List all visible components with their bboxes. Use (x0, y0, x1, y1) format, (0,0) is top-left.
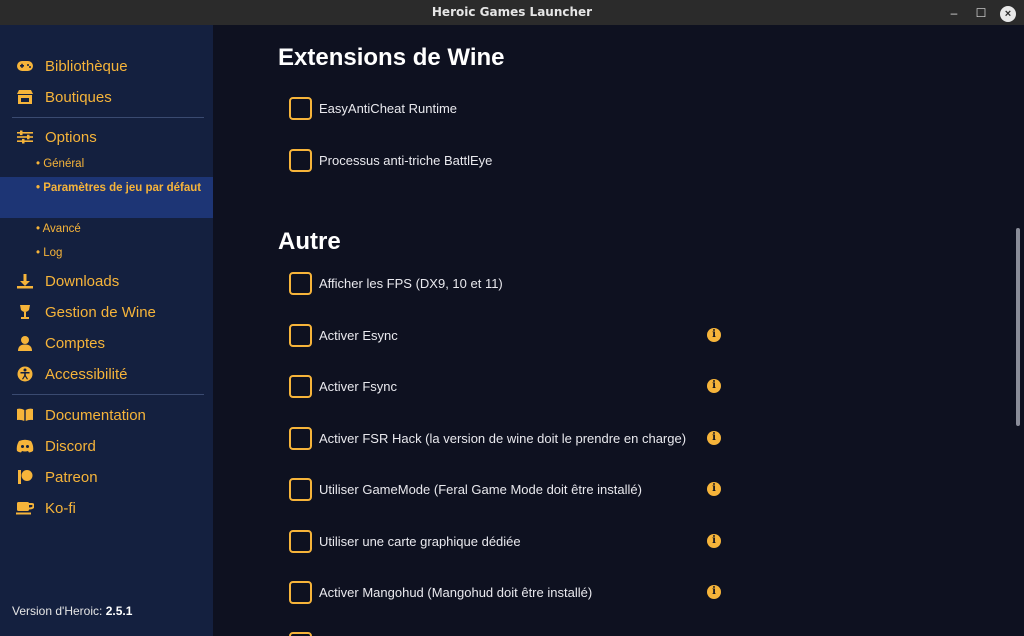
sidebar-item-label: Accessibilité (45, 365, 128, 383)
sidebar-item-documentation[interactable]: Documentation (0, 401, 213, 429)
sidebar-subitem-advanced[interactable]: • Avancé (0, 221, 213, 238)
checkbox[interactable] (289, 148, 312, 172)
sliders-icon (15, 130, 35, 144)
minimize-button[interactable]: – (944, 3, 964, 23)
info-icon[interactable]: i (707, 585, 721, 599)
user-icon (15, 335, 35, 351)
info-icon[interactable]: i (707, 482, 721, 496)
sidebar-item-label: Gestion de Wine (45, 303, 156, 321)
option-label: Utiliser GameMode (Feral Game Mode doit … (319, 481, 642, 497)
option-dedicated-gpu[interactable]: Utiliser une carte graphique dédiée (289, 529, 521, 553)
close-button[interactable]: × (998, 3, 1018, 23)
info-icon[interactable]: i (707, 534, 721, 548)
option-battleye[interactable]: Processus anti-triche BattlEye (289, 148, 492, 172)
sidebar-item-downloads[interactable]: Downloads (0, 267, 213, 295)
main-content: Extensions de Wine EasyAntiCheat Runtime… (213, 25, 1024, 636)
checkbox[interactable] (289, 96, 312, 120)
option-easyanticheat[interactable]: EasyAntiCheat Runtime (289, 96, 457, 120)
option-esync[interactable]: Activer Esync (289, 323, 398, 347)
sidebar-item-stores[interactable]: Boutiques (0, 83, 213, 111)
version-value: 2.5.1 (105, 604, 133, 618)
option-fsync[interactable]: Activer Fsync (289, 374, 397, 398)
checkbox[interactable] (289, 529, 312, 553)
section-title-other: Autre (278, 228, 341, 255)
info-icon[interactable]: i (707, 328, 721, 342)
option-label: Activer FSR Hack (la version de wine doi… (319, 430, 687, 446)
sidebar-item-label: Options (45, 128, 97, 146)
sidebar-item-label: Comptes (45, 334, 106, 352)
patreon-icon (15, 469, 35, 485)
option-fsr-hack[interactable]: Activer FSR Hack (la version de wine doi… (289, 426, 686, 450)
sidebar-item-options[interactable]: Options (0, 123, 213, 151)
option-label: Activer Fsync (319, 378, 398, 394)
checkbox[interactable] (289, 580, 312, 604)
option-label: Activer Mangohud (Mangohud doit être ins… (319, 584, 593, 600)
sidebar-item-wine-manager[interactable]: Gestion de Wine (0, 298, 213, 326)
option-label: Activer Esync (319, 327, 398, 343)
coffee-cup-icon (15, 501, 35, 515)
info-icon[interactable]: i (707, 379, 721, 393)
sidebar-subitem-default-game-settings[interactable]: • Paramètres de jeu par défaut (0, 177, 213, 218)
store-icon (15, 89, 35, 105)
option-show-fps[interactable]: Afficher les FPS (DX9, 10 et 11) (289, 271, 503, 295)
wine-glass-icon (15, 304, 35, 320)
book-icon (15, 408, 35, 422)
sidebar-divider (12, 117, 204, 118)
sidebar-item-label: Downloads (45, 272, 120, 290)
sidebar-subitem-log[interactable]: • Log (0, 245, 213, 262)
accessibility-icon (15, 366, 35, 382)
gamepad-icon (15, 59, 35, 73)
version-info: Version d'Heroic: 2.5.1 (12, 604, 132, 618)
option-gamemode[interactable]: Utiliser GameMode (Feral Game Mode doit … (289, 477, 642, 501)
maximize-button[interactable]: ☐ (971, 3, 991, 23)
window-titlebar: Heroic Games Launcher – ☐ × (0, 0, 1024, 25)
info-icon[interactable]: i (707, 431, 721, 445)
option-partial[interactable] (289, 631, 312, 636)
download-icon (15, 273, 35, 289)
option-label: Afficher les FPS (DX9, 10 et 11) (319, 275, 503, 291)
option-label: Processus anti-triche BattlEye (319, 152, 493, 168)
close-icon: × (1000, 6, 1016, 22)
sidebar-item-kofi[interactable]: Ko-fi (0, 494, 213, 522)
checkbox[interactable] (289, 631, 312, 636)
sidebar: Bibliothèque Boutiques Options • Général… (0, 25, 213, 636)
sidebar-item-label: Documentation (45, 406, 146, 424)
checkbox[interactable] (289, 477, 312, 501)
checkbox[interactable] (289, 426, 312, 450)
sidebar-divider (12, 394, 204, 395)
option-mangohud[interactable]: Activer Mangohud (Mangohud doit être ins… (289, 580, 592, 604)
version-label: Version d'Heroic: (12, 604, 103, 618)
option-label: Utiliser une carte graphique dédiée (319, 533, 521, 549)
window-title: Heroic Games Launcher (431, 5, 593, 19)
sidebar-item-label: Boutiques (45, 88, 112, 106)
sidebar-item-label: Ko-fi (45, 499, 76, 517)
sidebar-item-library[interactable]: Bibliothèque (0, 52, 213, 80)
sidebar-item-accessibility[interactable]: Accessibilité (0, 360, 213, 388)
sidebar-item-label: Patreon (45, 468, 98, 486)
scrollbar[interactable] (1016, 228, 1020, 426)
discord-icon (15, 439, 35, 453)
sidebar-item-label: Discord (45, 437, 96, 455)
sidebar-item-patreon[interactable]: Patreon (0, 463, 213, 491)
checkbox[interactable] (289, 374, 312, 398)
checkbox[interactable] (289, 271, 312, 295)
sidebar-item-label: Bibliothèque (45, 57, 128, 75)
option-label: EasyAntiCheat Runtime (319, 100, 458, 116)
checkbox[interactable] (289, 323, 312, 347)
sidebar-item-discord[interactable]: Discord (0, 432, 213, 460)
sidebar-item-accounts[interactable]: Comptes (0, 329, 213, 357)
sidebar-subitem-general[interactable]: • Général (0, 156, 213, 173)
section-title-wine-extensions: Extensions de Wine (278, 44, 505, 71)
